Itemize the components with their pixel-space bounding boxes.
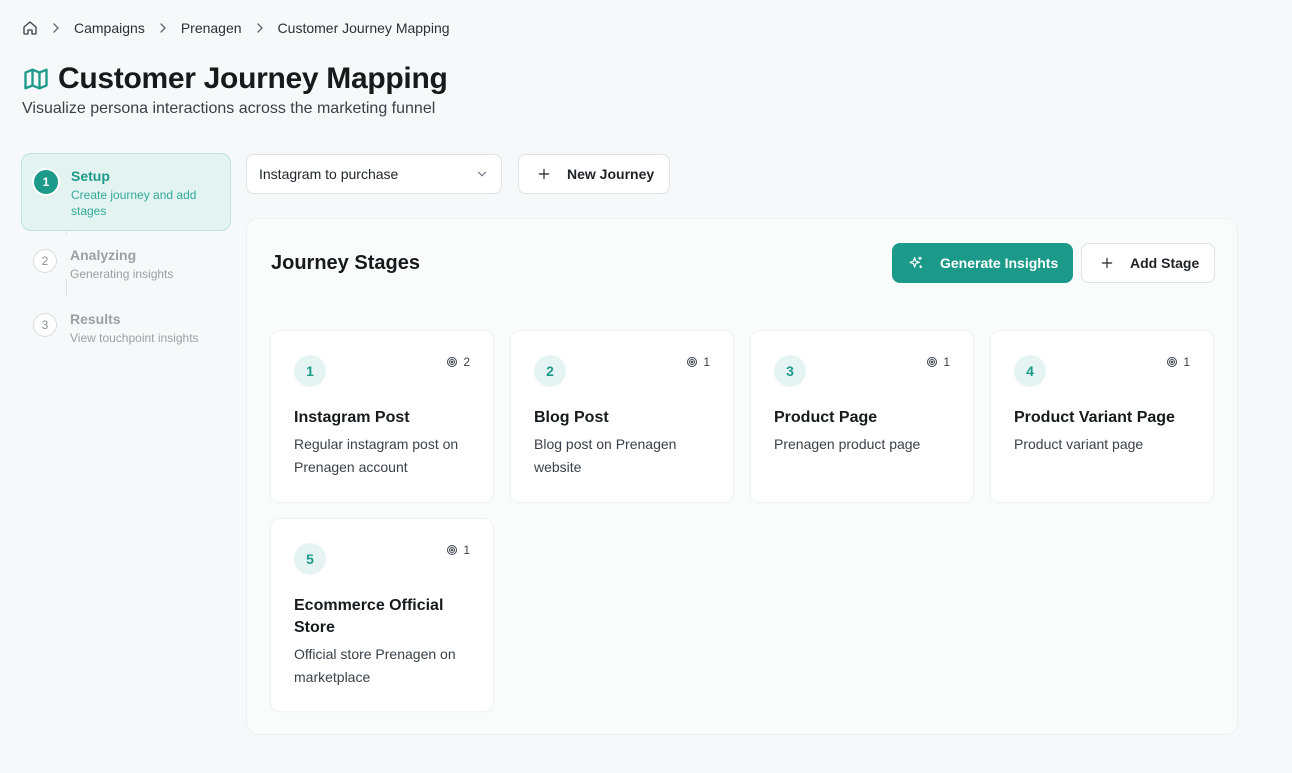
stage-description: Prenagen product page bbox=[774, 436, 921, 452]
plus-icon bbox=[537, 167, 551, 181]
stage-number: 3 bbox=[774, 355, 806, 387]
stage-description: Product variant page bbox=[1014, 436, 1144, 452]
page-subtitle: Visualize persona interactions across th… bbox=[22, 100, 436, 117]
target-icon bbox=[446, 544, 458, 556]
target-icon bbox=[1166, 356, 1178, 368]
chevron-right-icon bbox=[48, 20, 64, 36]
step-label: Analyzing bbox=[70, 247, 137, 263]
stage-card[interactable]: 5 1 Ecommerce Official Store Official st… bbox=[270, 518, 494, 712]
touchpoint-count: 1 bbox=[686, 355, 710, 369]
plus-icon bbox=[1100, 256, 1114, 270]
journey-stages-panel: Journey Stages Generate Insights Add Sta… bbox=[246, 218, 1238, 735]
step-results[interactable]: 3 Results View touchpoint insights bbox=[21, 311, 231, 351]
stage-description: Official store Prenagen on marketplace bbox=[294, 646, 456, 685]
touchpoint-count-value: 2 bbox=[463, 355, 470, 369]
stage-card[interactable]: 2 1 Blog Post Blog post on Prenagen webs… bbox=[510, 330, 734, 503]
step-number: 3 bbox=[33, 313, 57, 337]
journey-select[interactable]: Instagram to purchase bbox=[246, 154, 502, 194]
touchpoint-count: 1 bbox=[446, 543, 470, 557]
step-label: Results bbox=[70, 311, 121, 327]
stage-card[interactable]: 1 2 Instagram Post Regular instagram pos… bbox=[270, 330, 494, 503]
breadcrumb-campaigns[interactable]: Campaigns bbox=[74, 20, 145, 36]
stage-title: Instagram Post bbox=[294, 409, 410, 426]
touchpoint-count: 1 bbox=[926, 355, 950, 369]
chevron-right-icon bbox=[252, 20, 268, 36]
stage-title: Product Variant Page bbox=[1014, 409, 1175, 426]
step-description: Generating insights bbox=[70, 267, 174, 281]
stage-number: 1 bbox=[294, 355, 326, 387]
new-journey-button[interactable]: New Journey bbox=[518, 154, 670, 194]
touchpoint-count-value: 1 bbox=[943, 355, 950, 369]
touchpoint-count: 1 bbox=[1166, 355, 1190, 369]
breadcrumb-prenagen[interactable]: Prenagen bbox=[181, 20, 242, 36]
generate-insights-button[interactable]: Generate Insights bbox=[892, 243, 1073, 283]
stage-card[interactable]: 4 1 Product Variant Page Product variant… bbox=[990, 330, 1214, 503]
touchpoint-count-value: 1 bbox=[1183, 355, 1190, 369]
target-icon bbox=[686, 356, 698, 368]
chevron-right-icon bbox=[155, 20, 171, 36]
step-label: Setup bbox=[71, 168, 110, 184]
stage-title: Ecommerce Official Store bbox=[294, 597, 444, 636]
touchpoint-count: 2 bbox=[446, 355, 470, 369]
add-stage-label: Add Stage bbox=[1130, 255, 1200, 271]
stage-description: Blog post on Prenagen website bbox=[534, 436, 677, 475]
home-icon[interactable] bbox=[22, 20, 38, 36]
page-header: Customer Journey Mapping bbox=[22, 62, 448, 96]
step-number: 1 bbox=[34, 170, 58, 194]
step-analyzing[interactable]: 2 Analyzing Generating insights bbox=[21, 247, 231, 287]
step-number: 2 bbox=[33, 249, 57, 273]
stage-title: Blog Post bbox=[534, 409, 609, 426]
generate-insights-label: Generate Insights bbox=[940, 255, 1059, 271]
target-icon bbox=[446, 356, 458, 368]
stage-number: 2 bbox=[534, 355, 566, 387]
target-icon bbox=[926, 356, 938, 368]
new-journey-label: New Journey bbox=[567, 166, 655, 182]
breadcrumb: Campaigns Prenagen Customer Journey Mapp… bbox=[22, 18, 450, 38]
chevron-down-icon bbox=[475, 167, 489, 181]
page-title: Customer Journey Mapping bbox=[58, 62, 448, 95]
stage-title: Product Page bbox=[774, 409, 878, 426]
add-stage-button[interactable]: Add Stage bbox=[1081, 243, 1215, 283]
stage-description: Regular instagram post on Prenagen accou… bbox=[294, 436, 459, 475]
touchpoint-count-value: 1 bbox=[703, 355, 710, 369]
stage-card[interactable]: 3 1 Product Page Prenagen product page bbox=[750, 330, 974, 503]
step-setup[interactable]: 1 Setup Create journey and add stages bbox=[21, 153, 231, 231]
touchpoint-count-value: 1 bbox=[463, 543, 470, 557]
journey-select-value: Instagram to purchase bbox=[259, 166, 399, 182]
step-description: Create journey and add stages bbox=[71, 188, 197, 218]
stage-number: 4 bbox=[1014, 355, 1046, 387]
step-description: View touchpoint insights bbox=[70, 331, 199, 345]
breadcrumb-current: Customer Journey Mapping bbox=[277, 20, 450, 36]
panel-title: Journey Stages bbox=[271, 252, 420, 274]
progress-stepper: 1 Setup Create journey and add stages 2 … bbox=[21, 153, 231, 345]
sparkles-icon bbox=[908, 255, 924, 271]
stage-number: 5 bbox=[294, 543, 326, 575]
map-icon bbox=[22, 65, 50, 93]
